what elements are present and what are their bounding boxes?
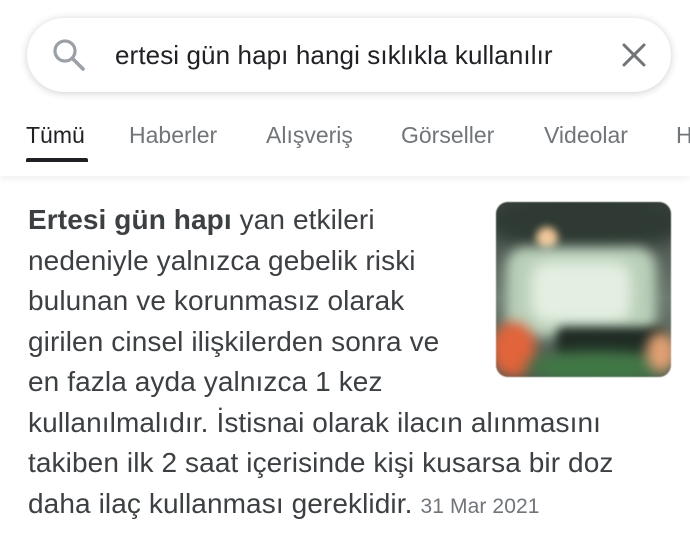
search-bar[interactable]: ertesi gün hapı hangi sıklıkla kullanılı… [27,18,671,92]
close-icon[interactable] [619,40,649,70]
search-input[interactable]: ertesi gün hapı hangi sıklıkla kullanılı… [115,39,553,71]
snippet-line-text: daha ilaç kullanması gereklidir. [28,487,413,519]
snippet-date: 31 Mar 2021 [420,494,540,518]
snippet-bold-lead: Ertesi gün hapı [28,204,232,235]
featured-snippet[interactable]: Ertesi gün hapı yan etkileri nedeniyle y… [0,176,690,551]
active-tab-indicator [26,158,88,162]
result-thumbnail[interactable] [496,202,671,377]
search-icon[interactable] [52,38,86,72]
tab-videos[interactable]: Videolar [544,120,628,150]
snippet-line: daha ilaç kullanması gereklidir. 31 Mar 2… [28,484,688,528]
tab-images[interactable]: Görseller [401,120,494,150]
snippet-line: kullanılmalıdır. İstisnai olarak ilacın … [28,406,602,438]
snippet-line: takiben ilk 2 saat içerisinde kişi kusar… [28,447,614,478]
tab-more[interactable]: H [676,120,690,150]
tab-shopping[interactable]: Alışveriş [266,120,353,150]
tab-all[interactable]: Tümü [26,120,85,150]
search-results-page: ertesi gün hapı hangi sıklıkla kullanılı… [0,0,690,551]
tab-news[interactable]: Haberler [129,120,217,150]
search-tabs: Tümü Haberler Alışveriş Görseller Videol… [0,116,690,164]
snippet-line-text: yan etkileri [231,204,375,235]
header: ertesi gün hapı hangi sıklıkla kullanılı… [0,0,690,176]
